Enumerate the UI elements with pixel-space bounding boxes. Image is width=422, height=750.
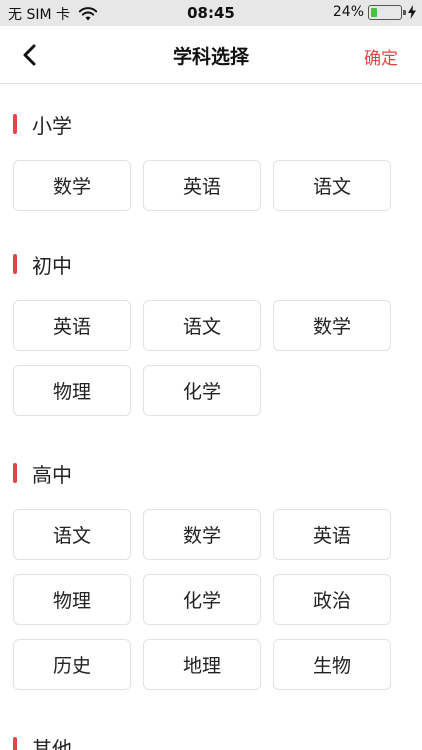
battery-level-fill <box>371 7 377 17</box>
battery-percent: 24% <box>332 4 364 20</box>
section-senior-high: 高中 语文 数学 英语 物理 化学 政治 历史 地理 生物 <box>0 455 422 704</box>
subject-chip[interactable]: 生物 <box>273 639 391 690</box>
section-header: 小学 <box>13 106 422 142</box>
subject-chip[interactable]: 英语 <box>143 160 261 211</box>
subject-chip[interactable]: 英语 <box>273 509 391 560</box>
subject-grid: 数学 英语 语文 <box>13 160 413 225</box>
section-primary: 小学 数学 英语 语文 <box>0 106 422 225</box>
subject-grid: 语文 数学 英语 物理 化学 政治 历史 地理 生物 <box>13 509 413 704</box>
subject-chip[interactable]: 物理 <box>13 365 131 416</box>
subject-chip[interactable]: 数学 <box>143 509 261 560</box>
subject-grid: 英语 语文 数学 物理 化学 <box>13 300 413 430</box>
section-accent-bar <box>13 254 17 274</box>
subject-chip[interactable]: 化学 <box>143 574 261 625</box>
subject-chip[interactable]: 政治 <box>273 574 391 625</box>
subject-chip[interactable]: 物理 <box>13 574 131 625</box>
subject-chip[interactable]: 语文 <box>13 509 131 560</box>
section-junior-high: 初中 英语 语文 数学 物理 化学 <box>0 246 422 430</box>
section-accent-bar <box>13 114 17 134</box>
section-accent-bar <box>13 737 17 750</box>
subject-chip[interactable]: 地理 <box>143 639 261 690</box>
section-header: 其他 <box>13 729 422 750</box>
section-accent-bar <box>13 463 17 483</box>
subject-chip[interactable]: 历史 <box>13 639 131 690</box>
charging-bolt-icon <box>408 5 416 19</box>
page-title: 学科选择 <box>172 46 249 68</box>
section-title: 初中 <box>32 253 72 278</box>
subject-chip[interactable]: 数学 <box>13 160 131 211</box>
subject-chip[interactable]: 英语 <box>13 300 131 351</box>
section-title: 小学 <box>32 113 72 138</box>
nav-bar: 学科选择 确定 <box>0 26 422 84</box>
subject-list: 小学 数学 英语 语文 初中 英语 语文 数学 物理 化学 高中 语文 数学 英… <box>0 85 422 750</box>
section-header: 高中 <box>13 455 422 491</box>
subject-chip[interactable]: 化学 <box>143 365 261 416</box>
status-bar: 无 SIM 卡 08:45 24% <box>0 0 422 26</box>
section-header: 初中 <box>13 246 422 282</box>
battery-icon <box>368 4 406 20</box>
status-right: 24% <box>333 4 416 20</box>
subject-chip[interactable]: 语文 <box>273 160 391 211</box>
section-title: 其他 <box>32 736 72 750</box>
section-other: 其他 <box>0 729 422 750</box>
section-title: 高中 <box>32 462 72 487</box>
confirm-button[interactable]: 确定 <box>364 44 398 69</box>
subject-chip[interactable]: 语文 <box>143 300 261 351</box>
subject-chip[interactable]: 数学 <box>273 300 391 351</box>
